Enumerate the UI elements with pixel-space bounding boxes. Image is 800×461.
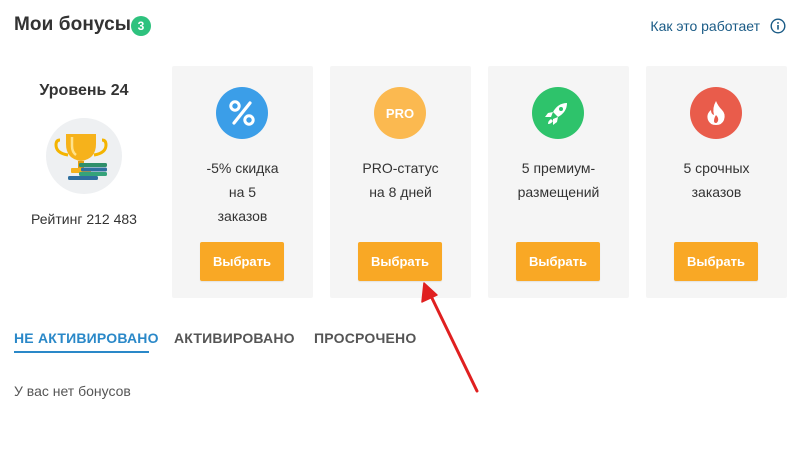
card-description: PRO-статус на 8 дней (330, 156, 471, 204)
choose-button-urgent[interactable]: Выбрать (674, 242, 758, 281)
page-title: Мои бонусы (14, 14, 132, 35)
pro-icon: PRO (374, 87, 426, 139)
percent-icon (216, 87, 268, 139)
bonus-card-urgent: 5 срочных заказов Выбрать (646, 66, 787, 298)
rating-text: Рейтинг 212 483 (31, 211, 137, 227)
card-line: размещений (517, 184, 600, 200)
card-description: -5% скидка на 5 заказов (172, 156, 313, 228)
choose-button-pro[interactable]: Выбрать (358, 242, 442, 281)
how-it-works-link[interactable]: Как это работает (650, 18, 760, 34)
bonus-card-premium: 5 премиум- размещений Выбрать (488, 66, 629, 298)
card-line: 5 срочных (683, 160, 750, 176)
card-line: заказов (217, 208, 268, 224)
choose-button-discount[interactable]: Выбрать (200, 242, 284, 281)
pro-icon-text: PRO (386, 106, 414, 121)
rocket-icon (532, 87, 584, 139)
card-line: на 8 дней (369, 184, 432, 200)
bonus-card-discount: -5% скидка на 5 заказов Выбрать (172, 66, 313, 298)
level-block: Уровень 24 Рейтинг 212 483 (14, 68, 154, 298)
card-line: 5 премиум- (521, 160, 596, 176)
choose-button-premium[interactable]: Выбрать (516, 242, 600, 281)
active-tab-underline (14, 351, 149, 353)
trophy-icon (46, 118, 122, 194)
level-title: Уровень 24 (39, 82, 129, 99)
card-description: 5 срочных заказов (646, 156, 787, 204)
bonus-count-badge: 3 (131, 16, 151, 36)
card-line: PRO-статус (362, 160, 439, 176)
bonus-card-pro: PRO PRO-статус на 8 дней Выбрать (330, 66, 471, 298)
card-line: -5% скидка (206, 160, 279, 176)
card-line: на 5 (228, 184, 257, 200)
header: Мои бонусы 3 Как это работает (14, 14, 786, 40)
card-description: 5 премиум- размещений (488, 156, 629, 204)
info-icon[interactable] (770, 18, 786, 34)
fire-icon (690, 87, 742, 139)
tab-expired[interactable]: ПРОСРОЧЕНО (314, 330, 416, 346)
empty-bonuses-message: У вас нет бонусов (14, 383, 131, 399)
tab-not-activated[interactable]: НЕ АКТИВИРОВАНО (14, 330, 159, 346)
card-line: заказов (691, 184, 742, 200)
tab-activated[interactable]: АКТИВИРОВАНО (174, 330, 295, 346)
